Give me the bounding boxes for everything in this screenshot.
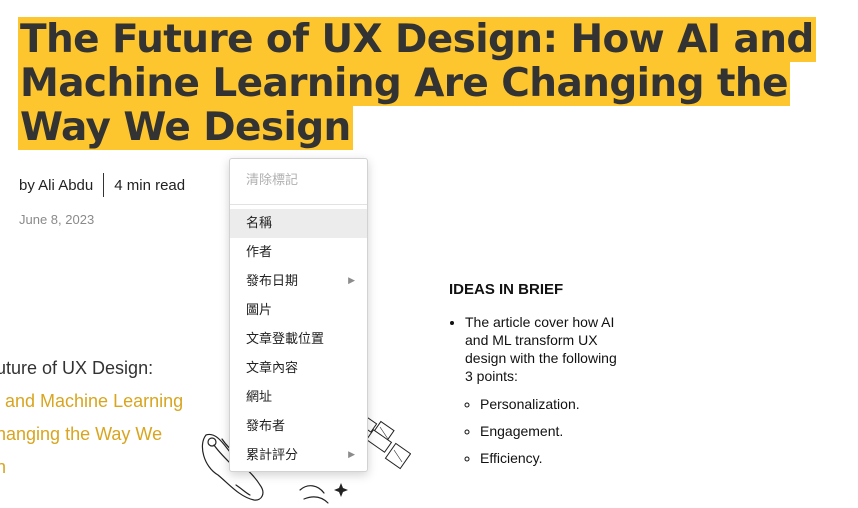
menu-item-publisher[interactable]: 發布者 (230, 412, 367, 441)
submenu-arrow-icon: ▶ (348, 276, 355, 286)
menu-item-label: 作者 (246, 245, 273, 260)
context-menu: 清除標記 名稱 作者 發布日期 ▶ 圖片 文章登載位置 文章內容 網址 發布者 累… (229, 158, 368, 472)
hero-text-line-3: nanging the Way We (0, 424, 163, 444)
hero-text-line-4: n (0, 457, 7, 477)
menu-item-label: 名稱 (246, 216, 273, 231)
ideas-title: IDEAS IN BRIEF (449, 281, 564, 298)
ideas-point: Personalization. (480, 395, 625, 413)
ideas-point: Efficiency. (480, 449, 625, 467)
menu-item-label: 文章登載位置 (246, 332, 325, 347)
submenu-arrow-icon: ▶ (348, 450, 355, 460)
menu-item-label: 網址 (246, 390, 273, 405)
publish-date: June 8, 2023 (19, 212, 95, 227)
menu-item-label: 圖片 (246, 303, 273, 318)
menu-item-label: 發布日期 (246, 274, 299, 289)
hero-text-line-1: uture of UX Design: (0, 358, 154, 378)
author-link[interactable]: by Ali Abdu (19, 177, 93, 194)
menu-item-article-location[interactable]: 文章登載位置 (230, 325, 367, 354)
hero-text-line-2: l and Machine Learning (0, 391, 184, 411)
read-time: 4 min read (114, 176, 186, 194)
ideas-list: The article cover how AI and ML transfor… (449, 313, 625, 476)
menu-item-rating[interactable]: 累計評分 ▶ (230, 441, 367, 470)
title-highlight: The Future of UX Design: How AI and Mach… (18, 17, 816, 150)
ideas-points: Personalization. Engagement. Efficiency. (465, 395, 625, 467)
menu-item-label: 文章內容 (246, 361, 299, 376)
byline: by Ali Abdu 4 min read (19, 173, 185, 197)
ideas-point: Engagement. (480, 422, 625, 440)
menu-item-clear-markup: 清除標記 (246, 173, 299, 188)
ideas-intro-text: The article cover how AI and ML transfor… (465, 314, 617, 384)
ideas-intro: The article cover how AI and ML transfor… (465, 313, 625, 467)
menu-item-author[interactable]: 作者 (230, 238, 367, 267)
byline-divider (103, 173, 105, 197)
menu-item-image[interactable]: 圖片 (230, 296, 367, 325)
menu-item-label: 累計評分 (246, 448, 299, 463)
menu-item-publish-date[interactable]: 發布日期 ▶ (230, 267, 367, 296)
menu-item-name[interactable]: 名稱 (230, 209, 367, 238)
menu-separator (230, 204, 367, 205)
menu-item-label: 發布者 (246, 419, 286, 434)
menu-item-url[interactable]: 網址 (230, 383, 367, 412)
menu-item-article-body[interactable]: 文章內容 (230, 354, 367, 383)
article-title: The Future of UX Design: How AI and Mach… (18, 17, 838, 150)
